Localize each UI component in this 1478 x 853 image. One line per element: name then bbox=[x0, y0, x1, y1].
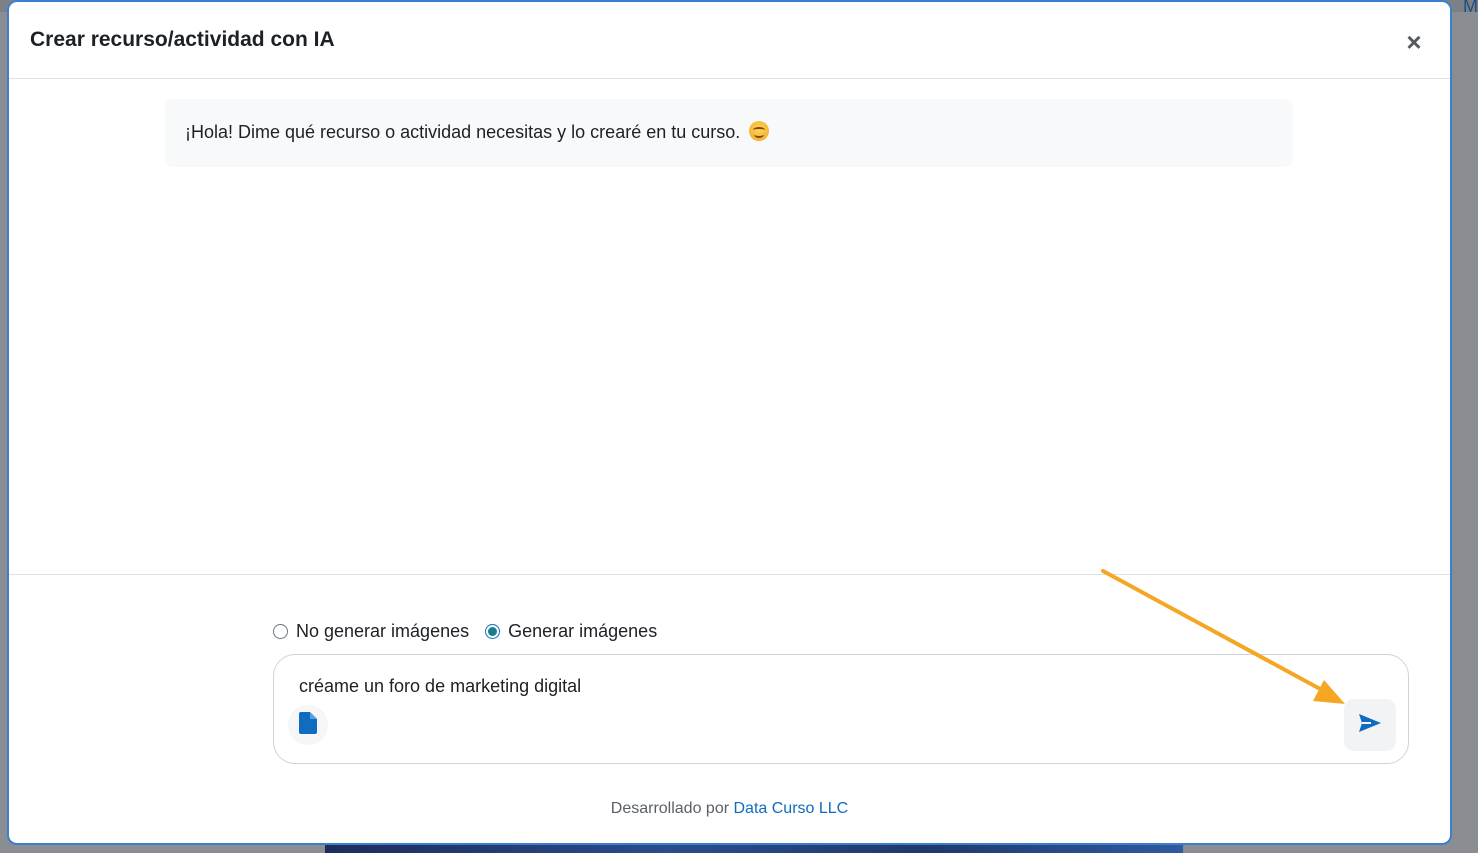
smiling-face-icon bbox=[749, 121, 770, 141]
credit-prefix: Desarrollado por bbox=[610, 800, 730, 817]
chat-history: ¡Hola! Dime qué recurso o actividad nece… bbox=[9, 79, 1450, 575]
radio-generate-images[interactable] bbox=[485, 623, 501, 639]
image-generation-options: No generar imágenes Generar imágenes bbox=[273, 620, 673, 642]
developer-link[interactable]: Data Curso LLC bbox=[734, 800, 849, 817]
assistant-message: ¡Hola! Dime qué recurso o actividad nece… bbox=[165, 99, 1293, 167]
prompt-composer bbox=[273, 654, 1409, 764]
modal-title: Crear recurso/actividad con IA bbox=[30, 28, 335, 51]
radio-generate-images-label[interactable]: Generar imágenes bbox=[508, 621, 657, 642]
prompt-input[interactable] bbox=[299, 673, 1299, 699]
developer-credit: Desarrollado por Data Curso LLC bbox=[9, 800, 1450, 818]
send-icon bbox=[1359, 713, 1381, 737]
send-button[interactable] bbox=[1344, 699, 1396, 751]
modal-header: Crear recurso/actividad con IA × bbox=[9, 2, 1450, 79]
close-button[interactable]: × bbox=[1402, 28, 1426, 56]
radio-no-images[interactable] bbox=[273, 623, 288, 639]
radio-no-images-label[interactable]: No generar imágenes bbox=[296, 621, 469, 642]
ai-create-modal: Crear recurso/actividad con IA × ¡Hola! … bbox=[9, 2, 1450, 843]
attach-file-button[interactable] bbox=[288, 705, 328, 745]
file-icon bbox=[299, 711, 317, 739]
assistant-message-text: ¡Hola! Dime qué recurso o actividad nece… bbox=[185, 122, 741, 142]
backdrop-menu-link: M bbox=[1463, 0, 1478, 16]
